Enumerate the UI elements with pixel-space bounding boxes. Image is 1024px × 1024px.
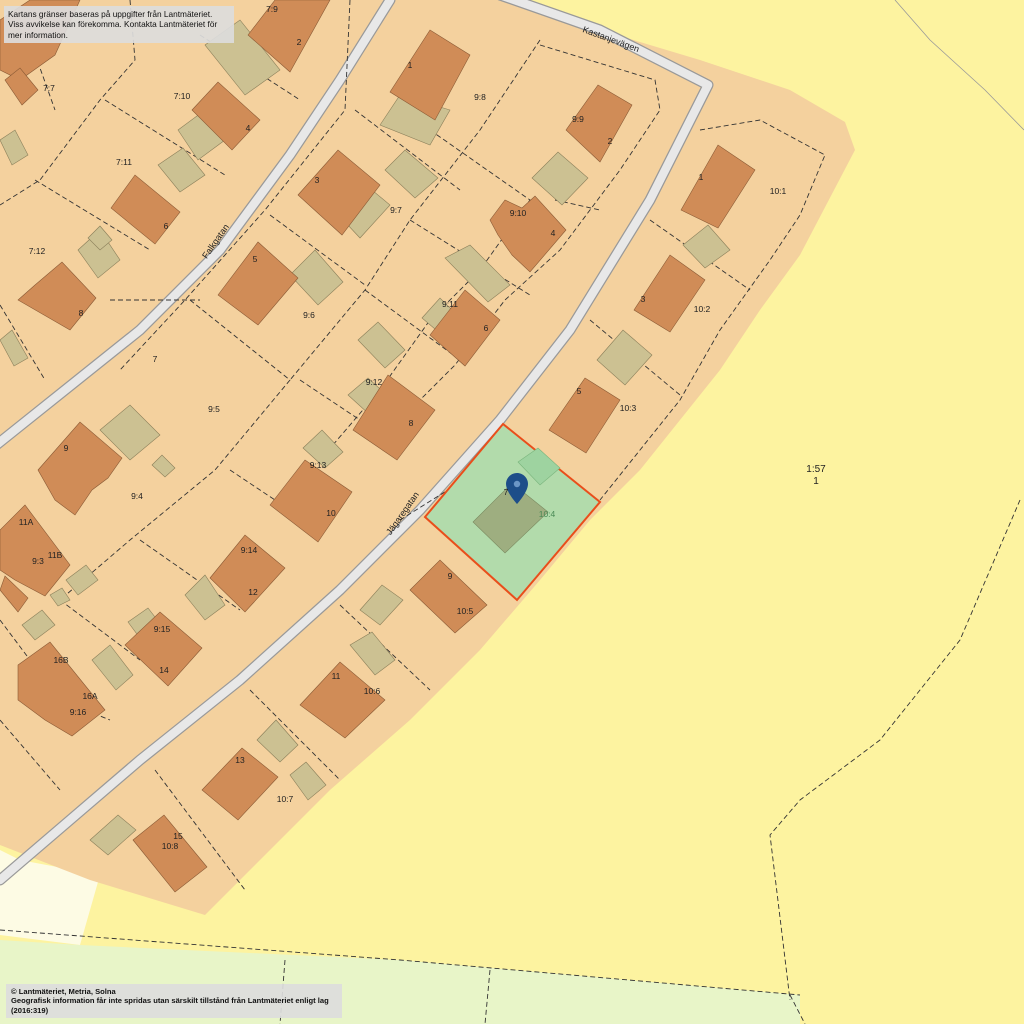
disclaimer-line-1: Kartans gränser baseras på uppgifter frå… [8,9,213,19]
house-number: 4 [551,228,556,238]
house-number: 1 [408,60,413,70]
property-label: 9:5 [208,404,220,414]
property-label: 9:15 [154,624,171,634]
house-number: 12 [248,587,258,597]
property-label: 10:1 [770,186,787,196]
property-label: 9:11 [442,299,458,309]
house-number: 2 [608,136,613,146]
house-number: 13 [235,755,245,765]
property-label: 9:14 [241,545,258,555]
copyright-line-2: Geografisk information får inte spridas … [11,996,329,1015]
disclaimer-line-2: Viss avvikelse kan förekomma. Kontakta L… [8,19,218,40]
copyright-notice: © Lantmäteriet, Metria, Solna Geografisk… [6,983,342,1018]
house-number: 1 [813,476,819,487]
property-label: 7 [153,354,158,364]
house-number: 16A [82,691,97,701]
property-label: 9:10 [510,208,527,218]
house-number: 15 [173,831,183,841]
house-number: 4 [246,123,251,133]
house-number: 11B [48,550,63,560]
property-label: 10:3 [620,403,637,413]
property-label: 9:3 [32,556,44,566]
house-number: 6 [484,323,489,333]
house-number: 5 [253,254,258,264]
house-number: 16B [53,655,68,665]
property-label: 7:7 [43,83,55,93]
property-label: 9:16 [70,707,87,717]
property-label-selected: 10:4 [539,509,556,519]
house-number: 5 [577,386,582,396]
copyright-line-1: © Lantmäteriet, Metria, Solna [11,986,116,996]
house-number: 10 [326,508,336,518]
property-label: 9:6 [303,310,315,320]
property-label: 9:12 [366,377,383,387]
property-label: 1:57 [806,464,826,475]
property-label: 9:7 [390,205,402,215]
property-label: 7:11 [116,157,132,167]
property-label: 9:9 [572,114,584,124]
property-label: 9:13 [310,460,327,470]
house-number: 6 [164,221,169,231]
house-number: 3 [315,175,320,185]
house-number: 8 [409,418,414,428]
house-number: 3 [641,294,646,304]
house-number: 14 [159,665,169,675]
property-label: 10:5 [457,606,474,616]
property-label: 7:10 [174,91,191,101]
house-number: 7 [504,487,509,497]
property-label: 7:9 [266,4,278,14]
boundary-disclaimer: Kartans gränser baseras på uppgifter frå… [4,6,234,44]
property-label: 10:6 [364,686,381,696]
property-map[interactable]: Falkgatan Jägaregatan Kastanjevägen 7:9 … [0,0,1024,1024]
house-number: 11 [332,671,341,681]
property-label: 9:4 [131,491,143,501]
house-number: 1 [699,172,704,182]
house-number: 9 [64,443,69,453]
property-label: 10:2 [694,304,711,314]
property-label: 10:8 [162,841,179,851]
house-number: 11A [19,517,34,527]
house-number: 8 [79,308,84,318]
house-number: 9 [448,571,453,581]
house-number: 2 [297,37,302,47]
property-label: 7:12 [29,246,46,256]
property-label: 10:7 [277,794,294,804]
property-label: 9:8 [474,92,486,102]
